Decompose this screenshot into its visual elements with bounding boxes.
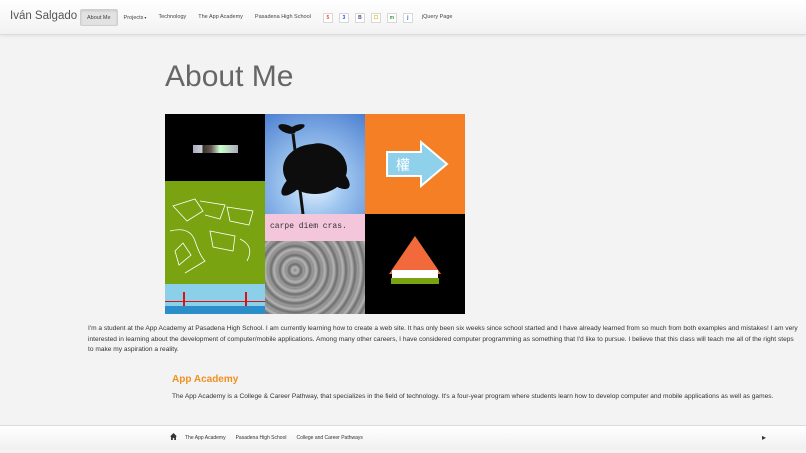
collage-tile-triangle <box>365 214 465 314</box>
gem-icon[interactable]: m <box>386 12 397 23</box>
brand-name[interactable]: Iván Salgado <box>10 10 77 22</box>
footer-bar: The App Academy Pasadena High School Col… <box>0 425 806 449</box>
collage-tile-arrow: 權 <box>365 114 465 214</box>
carpe-diem-text: carpe diem cras. <box>270 222 347 231</box>
nav-item-pasadena-high-school[interactable]: Pasadena High School <box>249 9 317 26</box>
html5-icon[interactable]: 5 <box>322 12 333 23</box>
sketch-drawing <box>169 198 254 274</box>
css3-icon[interactable]: 3 <box>338 12 349 23</box>
footer-link-pasadena-high-school[interactable]: Pasadena High School <box>236 435 287 441</box>
triangle-flag-icon <box>389 236 441 284</box>
collage-tile-bridge <box>165 284 265 314</box>
jquery-icon[interactable]: j <box>402 12 413 23</box>
arrow-glyph: 權 <box>396 158 410 174</box>
section-title-app-academy: App Academy <box>172 374 239 385</box>
nav-item-projects[interactable]: Projects▾ <box>118 9 153 26</box>
nav-item-about-me[interactable]: About Me <box>80 9 118 26</box>
bridge-water <box>165 306 265 314</box>
chevron-right-icon[interactable]: ▸ <box>762 433 766 442</box>
nav-item-jquery-page[interactable]: jQuery Page <box>416 9 459 26</box>
nav-menu: About Me Projects▾ Technology The App Ac… <box>80 9 458 26</box>
footer-link-college-career-pathways[interactable]: College and Career Pathways <box>296 435 362 441</box>
intro-paragraph: I'm a student at the App Academy at Pasa… <box>88 325 798 353</box>
top-navbar: Iván Salgado About Me Projects▾ Technolo… <box>0 0 806 35</box>
javascript-icon[interactable]: ☐ <box>370 12 381 23</box>
page-title: About Me <box>165 60 294 93</box>
collage-tile-palm-tree <box>265 114 365 214</box>
arrow-right-icon: 權 <box>386 139 449 189</box>
nav-item-app-academy[interactable]: The App Academy <box>192 9 249 26</box>
footer-links: The App Academy Pasadena High School Col… <box>185 435 373 441</box>
section-text-app-academy: The App Academy is a College & Career Pa… <box>172 393 774 400</box>
eyes-strip-image <box>193 145 238 153</box>
collage-tile-sketch <box>165 181 265 284</box>
home-icon[interactable] <box>170 433 177 440</box>
photo-collage: carpe diem cras. 權 <box>165 114 465 314</box>
caret-down-icon: ▾ <box>144 15 147 20</box>
collage-tile-eyes <box>165 114 265 181</box>
nav-item-technology[interactable]: Technology <box>152 9 192 26</box>
palm-tree-image <box>278 124 350 214</box>
collage-tile-pebbles <box>265 241 365 314</box>
nav-item-projects-label: Projects <box>123 15 144 21</box>
bootstrap-icon[interactable]: B <box>354 12 365 23</box>
collage-tile-caption: carpe diem cras. <box>265 214 365 241</box>
bridge-deck <box>165 301 265 302</box>
footer-link-app-academy[interactable]: The App Academy <box>185 435 226 441</box>
